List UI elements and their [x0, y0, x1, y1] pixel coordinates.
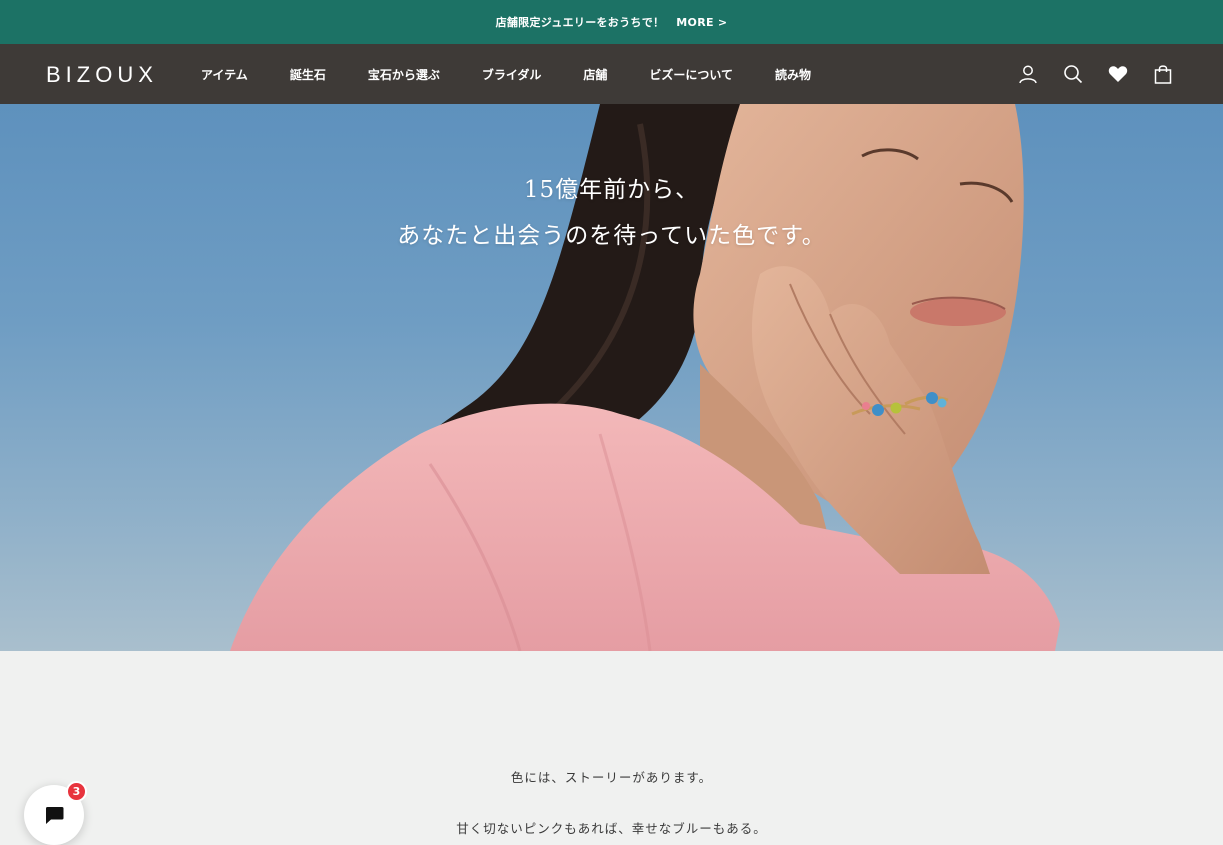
chat-unread-badge: 3: [66, 781, 87, 802]
nav-item-reading[interactable]: 読み物: [775, 66, 811, 83]
header-actions: [995, 44, 1175, 104]
announcement-bar: 店舗限定ジュエリーをおうちで！ MORE >: [0, 0, 1223, 44]
story-section: 色には、ストーリーがあります。 甘く切ないピンクもあれば、幸せなブルーもある。: [0, 651, 1223, 845]
nav-item-stores[interactable]: 店舗: [583, 66, 607, 83]
nav-item-gemstones[interactable]: 宝石から選ぶ: [368, 66, 440, 83]
search-icon[interactable]: [1061, 62, 1085, 86]
account-icon[interactable]: [1016, 62, 1040, 86]
site-header: BIZOUX アイテム 誕生石 宝石から選ぶ ブライダル 店舗 ビズーについて …: [0, 44, 1223, 104]
hero-banner[interactable]: 15億年前から、 あなたと出会うのを待っていた色です。: [0, 104, 1223, 651]
logo[interactable]: BIZOUX: [46, 62, 158, 88]
nav-item-bridal[interactable]: ブライダル: [482, 66, 542, 83]
nav-item-birthstone[interactable]: 誕生石: [290, 66, 326, 83]
story-line-1: 色には、ストーリーがあります。: [510, 770, 713, 785]
bag-icon[interactable]: [1151, 62, 1175, 86]
hero-headline-line2: あなたと出会うのを待っていた色です。: [397, 223, 826, 249]
announcement-more-link[interactable]: MORE >: [676, 16, 727, 29]
main-nav: アイテム 誕生石 宝石から選ぶ ブライダル 店舗 ビズーについて 読み物: [201, 44, 853, 104]
nav-item-items[interactable]: アイテム: [201, 66, 248, 83]
hero-headline-line1: 15億年前から、: [523, 177, 700, 203]
chat-bubble-icon: [46, 807, 64, 824]
heart-icon[interactable]: [1106, 62, 1130, 86]
nav-item-about[interactable]: ビズーについて: [649, 66, 733, 83]
story-line-2: 甘く切ないピンクもあれば、幸せなブルーもある。: [456, 821, 767, 836]
announcement-text: 店舗限定ジュエリーをおうちで！: [495, 16, 665, 29]
